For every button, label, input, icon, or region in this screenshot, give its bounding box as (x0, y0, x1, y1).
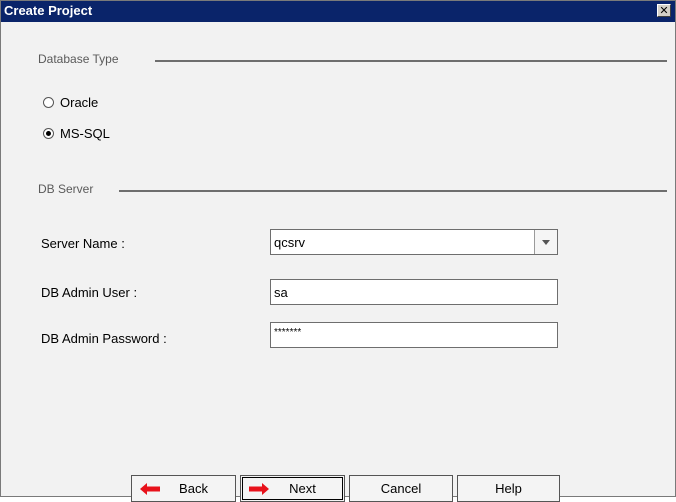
admin-password-input[interactable]: ******* (270, 322, 558, 348)
help-button-label: Help (495, 481, 522, 496)
dialog-content: Database Type Oracle MS-SQL DB Server Se… (11, 29, 667, 502)
arrow-right-icon (249, 483, 269, 495)
next-button[interactable]: Next (240, 475, 345, 502)
db-server-section-label: DB Server (38, 182, 94, 196)
back-button-label: Back (179, 481, 208, 496)
dialog-title: Create Project (4, 3, 93, 18)
database-type-section-label: Database Type (38, 52, 119, 66)
server-name-value: qcsrv (274, 234, 306, 250)
back-button[interactable]: Back (131, 475, 236, 502)
arrow-left-icon (140, 483, 160, 495)
oracle-radio-button[interactable] (43, 97, 54, 108)
cancel-button[interactable]: Cancel (349, 475, 453, 502)
admin-password-value: ******* (274, 326, 302, 338)
cancel-button-label: Cancel (380, 481, 422, 496)
title-bar: Create Project ✕ (1, 1, 675, 22)
close-button[interactable]: ✕ (657, 4, 671, 17)
server-name-label: Server Name : (41, 236, 125, 251)
next-button-label: Next (289, 481, 316, 496)
admin-user-input[interactable]: sa (270, 279, 558, 305)
chevron-down-icon[interactable] (534, 230, 557, 254)
close-icon: ✕ (659, 4, 669, 17)
radio-ms-sql[interactable]: MS-SQL (43, 126, 110, 141)
server-name-combo[interactable]: qcsrv (270, 229, 558, 255)
admin-user-value: sa (274, 284, 288, 300)
db-server-divider (119, 190, 667, 192)
oracle-label: Oracle (60, 95, 99, 110)
admin-password-label: DB Admin Password : (41, 331, 167, 346)
ms-sql-label: MS-SQL (60, 126, 110, 141)
create-project-dialog: Create Project ✕ Database Type Oracle MS… (0, 0, 676, 502)
help-button[interactable]: Help (457, 475, 560, 502)
ms-sql-radio-button[interactable] (43, 128, 54, 139)
database-type-divider (155, 60, 667, 62)
radio-oracle[interactable]: Oracle (43, 95, 98, 110)
admin-user-label: DB Admin User : (41, 285, 138, 300)
